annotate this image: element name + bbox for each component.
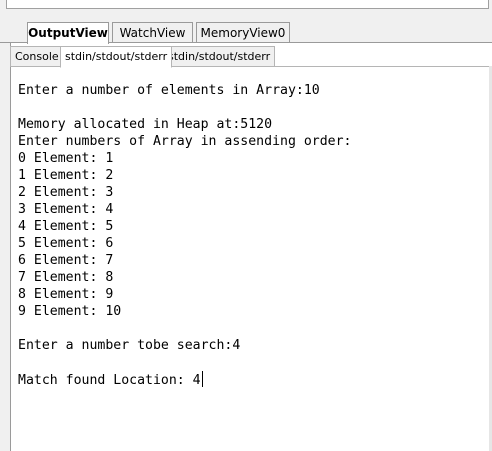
text-cursor xyxy=(201,371,203,387)
console-line: 0 Element: 1 xyxy=(18,151,114,166)
console-last-line: Match found Location: 4 xyxy=(18,371,351,388)
tab-output-view-label: OutputView xyxy=(28,26,108,40)
subtab-console[interactable]: Console xyxy=(10,46,64,67)
tab-memory-view0[interactable]: MemoryView0 xyxy=(196,22,290,43)
console-line: 1 Element: 2 xyxy=(18,168,114,183)
console-line: Enter a number tobe search:4 xyxy=(18,338,241,353)
tab-watch-view[interactable]: WatchView xyxy=(112,22,193,43)
view-tab-strip: OutputView WatchView MemoryView0 xyxy=(0,22,492,44)
console-line: 5 Element: 6 xyxy=(18,236,114,251)
console-line: 6 Element: 7 xyxy=(18,253,114,268)
console-line-text: Match found Location: 4 xyxy=(18,373,201,388)
console-line: Enter numbers of Array in assending orde… xyxy=(18,134,352,149)
subtab-stdio-2-label: stdin/stdout/stderr xyxy=(168,50,271,63)
subtab-console-label: Console xyxy=(15,50,59,63)
console-line: Memory allocated in Heap at:5120 xyxy=(18,117,273,132)
tab-output-view[interactable]: OutputView xyxy=(27,22,109,44)
tab-watch-view-label: WatchView xyxy=(119,26,186,40)
subtab-stdio-1-label: stdin/stdout/stderr xyxy=(65,50,168,63)
console-line: 2 Element: 3 xyxy=(18,185,114,200)
console-line: 9 Element: 10 xyxy=(18,304,122,319)
console-line: 4 Element: 5 xyxy=(18,219,114,234)
console-line: 3 Element: 4 xyxy=(18,202,114,217)
top-frame xyxy=(0,0,492,22)
console-line: 8 Element: 9 xyxy=(18,287,114,302)
console-line: 7 Element: 8 xyxy=(18,270,114,285)
top-pane-edge xyxy=(6,0,489,9)
subtab-stdio-2[interactable]: stdin/stdout/stderr xyxy=(163,46,276,67)
console-line: Enter a number of elements in Array:10 xyxy=(18,83,320,98)
tab-memory-view0-label: MemoryView0 xyxy=(200,26,286,40)
subtab-stdio-1[interactable]: stdin/stdout/stderr xyxy=(60,46,173,68)
console-output[interactable]: Enter a number of elements in Array:10 M… xyxy=(18,82,351,388)
